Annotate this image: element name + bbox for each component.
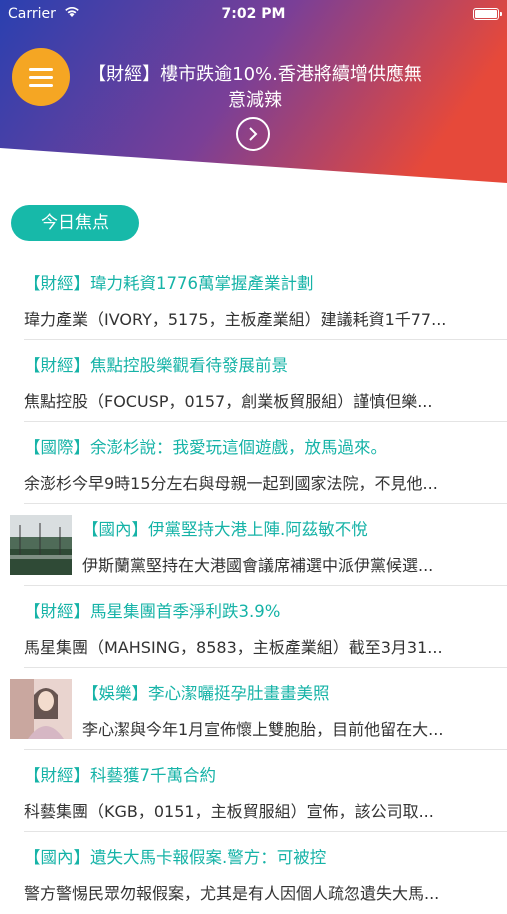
news-thumbnail-field-photo [10, 515, 72, 575]
news-item[interactable]: 【財經】科藝獲7千萬合約 科藝集團（KGB，0151，主板貿服組）宣佈，該公司取… [0, 750, 507, 832]
status-bar: Carrier 7:02 PM [0, 0, 507, 28]
today-focus-tab[interactable]: 今日焦点 [11, 205, 139, 241]
clock: 7:02 PM [221, 6, 286, 22]
news-summary: 馬星集團（MAHSING，8583，主板產業組）截至3月31... [24, 638, 443, 657]
news-title: 【財經】科藝獲7千萬合約 [24, 766, 216, 785]
news-item[interactable]: 【財經】馬星集團首季淨利跌3.9% 馬星集團（MAHSING，8583，主板產業… [0, 586, 507, 668]
news-title: 【財經】焦點控股樂觀看待發展前景 [24, 356, 288, 375]
header-banner: Carrier 7:02 PM 【財經】樓市跌逾10%.香港將續增供應無意減辣 [0, 0, 507, 190]
news-summary: 伊斯蘭黨堅持在大港國會議席補選中派伊黨候選... [82, 556, 434, 575]
news-item[interactable]: 【財經】瑋力耗資1776萬掌握產業計劃 瑋力產業（IVORY，5175，主板產業… [0, 258, 507, 340]
news-title: 【娛樂】李心潔曬挺孕肚畫畫美照 [82, 684, 330, 703]
news-title: 【財經】瑋力耗資1776萬掌握產業計劃 [24, 274, 314, 293]
news-summary: 科藝集團（KGB，0151，主板貿服組）宣佈，該公司取... [24, 802, 434, 821]
news-item[interactable]: 【國內】遺失大馬卡報假案.警方：可被控 警方警惕民眾勿報假案，尤其是有人因個人疏… [0, 832, 507, 914]
news-summary: 警方警惕民眾勿報假案，尤其是有人因個人疏忽遺失大馬... [24, 884, 440, 903]
news-summary: 焦點控股（FOCUSP，0157，創業板貿服組）謹慎但樂... [24, 392, 433, 411]
news-list: 【財經】瑋力耗資1776萬掌握產業計劃 瑋力產業（IVORY，5175，主板產業… [0, 258, 507, 914]
news-summary: 余澎杉今早9時15分左右與母親一起到國家法院，不見他... [24, 474, 438, 493]
hamburger-icon-bar [29, 76, 53, 79]
news-title: 【財經】馬星集團首季淨利跌3.9% [24, 602, 281, 621]
news-thumbnail-portrait-photo [10, 679, 72, 739]
news-summary: 李心潔與今年1月宣佈懷上雙胞胎，目前他留在大... [82, 720, 444, 739]
news-item[interactable]: 【國內】伊黨堅持大港上陣.阿茲敏不悅 伊斯蘭黨堅持在大港國會議席補選中派伊黨候選… [0, 504, 507, 586]
hamburger-icon-bar [29, 84, 53, 87]
news-title: 【國內】伊黨堅持大港上陣.阿茲敏不悅 [82, 520, 368, 539]
news-summary: 瑋力產業（IVORY，5175，主板產業組）建議耗資1千77... [24, 310, 447, 329]
featured-headline[interactable]: 【財經】樓市跌逾10%.香港將續增供應無意減辣 [80, 62, 430, 114]
menu-button[interactable] [12, 48, 70, 106]
news-item[interactable]: 【娛樂】李心潔曬挺孕肚畫畫美照 李心潔與今年1月宣佈懷上雙胞胎，目前他留在大..… [0, 668, 507, 750]
next-headline-button[interactable] [236, 117, 270, 151]
news-item[interactable]: 【國際】余澎杉說：我愛玩這個遊戲，放馬過來。 余澎杉今早9時15分左右與母親一起… [0, 422, 507, 504]
hamburger-icon [29, 68, 53, 71]
news-item[interactable]: 【財經】焦點控股樂觀看待發展前景 焦點控股（FOCUSP，0157，創業板貿服組… [0, 340, 507, 422]
news-title: 【國內】遺失大馬卡報假案.警方：可被控 [24, 848, 327, 867]
news-title: 【國際】余澎杉說：我愛玩這個遊戲，放馬過來。 [24, 438, 387, 457]
chevron-right-icon [249, 127, 258, 141]
battery-icon [473, 8, 502, 20]
